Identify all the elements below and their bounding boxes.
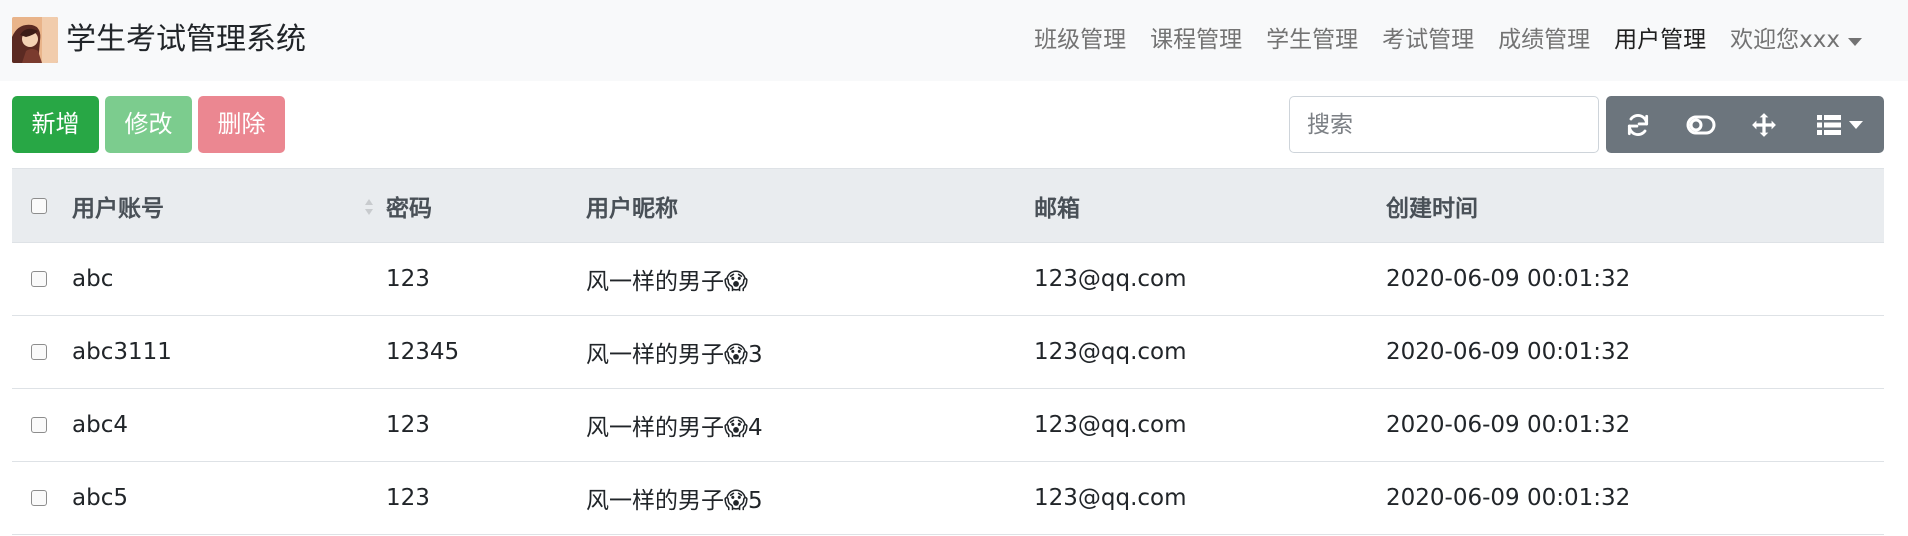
row-checkbox[interactable] [31, 490, 47, 506]
nav-link-user[interactable]: 用户管理 [1602, 20, 1718, 60]
edit-button[interactable]: 修改 [105, 96, 192, 153]
cell-nickname: 风一样的男子😱5 [586, 461, 1034, 535]
select-all-cell [12, 168, 72, 243]
cell-email: 123@qq.com [1034, 388, 1386, 462]
nav-link-exam[interactable]: 考试管理 [1370, 20, 1486, 60]
caret-down-icon [1848, 38, 1862, 46]
row-checkbox[interactable] [31, 344, 47, 360]
column-header-nickname: 用户昵称 [586, 168, 1034, 243]
users-table: 用户账号 密码 用户昵称 邮箱 创建时间 abc 123 风一样的男子😱 123… [12, 168, 1884, 535]
nav-links: 班级管理 课程管理 学生管理 考试管理 成绩管理 用户管理 欢迎您xxx [1022, 20, 1874, 60]
column-header-created: 创建时间 [1386, 168, 1884, 243]
fullscreen-button[interactable] [1732, 96, 1795, 153]
user-menu-dropdown[interactable]: 欢迎您xxx [1718, 20, 1874, 60]
add-button[interactable]: 新增 [12, 96, 99, 153]
toggle-icon [1686, 115, 1715, 134]
search-input[interactable] [1289, 96, 1599, 153]
table-row[interactable]: abc4 123 风一样的男子😱4 123@qq.com 2020-06-09 … [12, 388, 1884, 462]
nav-link-course[interactable]: 课程管理 [1138, 20, 1254, 60]
users-table-container: 用户账号 密码 用户昵称 邮箱 创建时间 abc 123 风一样的男子😱 123… [12, 168, 1884, 535]
nav-link-score[interactable]: 成绩管理 [1486, 20, 1602, 60]
cell-created: 2020-06-09 00:01:32 [1386, 315, 1884, 389]
column-header-email: 邮箱 [1034, 168, 1386, 243]
nav-link-student[interactable]: 学生管理 [1254, 20, 1370, 60]
refresh-icon [1627, 113, 1648, 136]
columns-icon [1816, 114, 1841, 135]
table-row[interactable]: abc 123 风一样的男子😱 123@qq.com 2020-06-09 00… [12, 242, 1884, 316]
column-header-label: 用户账号 [72, 195, 164, 222]
column-header-password: 密码 [386, 168, 586, 243]
cell-password: 123 [386, 388, 586, 462]
cell-password: 123 [386, 461, 586, 535]
cell-nickname: 风一样的男子😱3 [586, 315, 1034, 389]
cell-email: 123@qq.com [1034, 315, 1386, 389]
cell-created: 2020-06-09 00:01:32 [1386, 388, 1884, 462]
nav-link-class[interactable]: 班级管理 [1022, 20, 1138, 60]
table-row[interactable]: abc3111 12345 风一样的男子😱3 123@qq.com 2020-0… [12, 315, 1884, 389]
delete-button[interactable]: 删除 [198, 96, 285, 153]
table-row[interactable]: abc5 123 风一样的男子😱5 123@qq.com 2020-06-09 … [12, 461, 1884, 535]
toggle-view-button[interactable] [1669, 96, 1732, 153]
row-checkbox[interactable] [31, 417, 47, 433]
cell-created: 2020-06-09 00:01:32 [1386, 242, 1884, 316]
row-select-cell [12, 388, 72, 462]
navbar: 学生考试管理系统 班级管理 课程管理 学生管理 考试管理 成绩管理 用户管理 欢… [0, 0, 1908, 81]
caret-down-icon [1848, 120, 1863, 129]
cell-password: 123 [386, 242, 586, 316]
table-header-row: 用户账号 密码 用户昵称 邮箱 创建时间 [12, 168, 1884, 243]
cell-account: abc [72, 242, 386, 316]
table-toolbar [1606, 96, 1884, 153]
brand-logo[interactable] [12, 17, 58, 63]
move-icon [1751, 112, 1776, 137]
refresh-button[interactable] [1606, 96, 1669, 153]
cell-email: 123@qq.com [1034, 242, 1386, 316]
row-select-cell [12, 461, 72, 535]
cell-created: 2020-06-09 00:01:32 [1386, 461, 1884, 535]
cell-nickname: 风一样的男子😱 [586, 242, 1034, 316]
cell-account: abc3111 [72, 315, 386, 389]
sort-icon[interactable] [364, 197, 374, 217]
select-all-checkbox[interactable] [31, 197, 47, 214]
cell-password: 12345 [386, 315, 586, 389]
row-select-cell [12, 242, 72, 316]
cell-account: abc4 [72, 388, 386, 462]
row-select-cell [12, 315, 72, 389]
user-menu-label: 欢迎您xxx [1730, 27, 1840, 53]
column-header-account[interactable]: 用户账号 [72, 168, 386, 243]
cell-nickname: 风一样的男子😱4 [586, 388, 1034, 462]
row-checkbox[interactable] [31, 271, 47, 287]
cell-email: 123@qq.com [1034, 461, 1386, 535]
columns-dropdown-button[interactable] [1795, 96, 1884, 153]
cell-account: abc5 [72, 461, 386, 535]
brand-title[interactable]: 学生考试管理系统 [66, 20, 306, 60]
